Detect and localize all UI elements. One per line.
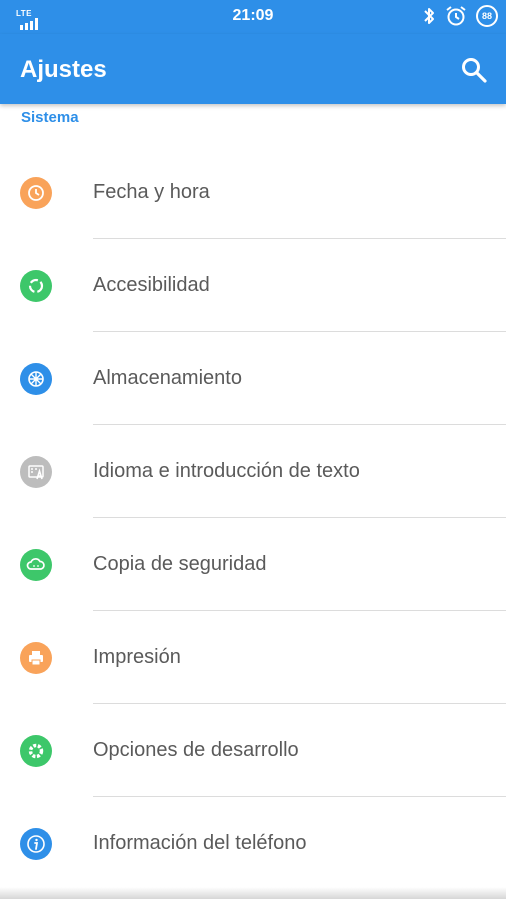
settings-item-label: Opciones de desarrollo	[93, 739, 299, 761]
bottom-shadow	[0, 887, 506, 899]
battery-icon: 88	[476, 5, 498, 27]
settings-item-label: Copia de seguridad	[93, 553, 267, 575]
developer-gear-icon	[20, 735, 52, 767]
app-bar: Ajustes	[0, 34, 506, 104]
status-bar: LTE 21:09 88	[0, 0, 506, 34]
settings-item-label: Idioma e introducción de texto	[93, 460, 360, 482]
settings-item-date-time[interactable]: Fecha y hora	[0, 146, 506, 239]
section-header-sistema: Sistema	[21, 109, 79, 126]
battery-level: 88	[481, 11, 492, 21]
settings-item-accessibility[interactable]: Accesibilidad	[0, 239, 506, 332]
info-icon	[20, 828, 52, 860]
language-icon	[20, 456, 52, 488]
settings-item-label: Accesibilidad	[93, 274, 210, 296]
clock-icon	[20, 177, 52, 209]
settings-item-label: Fecha y hora	[93, 181, 210, 203]
bluetooth-icon	[424, 8, 434, 24]
settings-item-storage[interactable]: Almacenamiento	[0, 332, 506, 425]
storage-icon	[20, 363, 52, 395]
alarm-icon	[446, 6, 466, 26]
settings-item-backup[interactable]: Copia de seguridad	[0, 518, 506, 611]
search-icon[interactable]	[460, 56, 488, 84]
printer-icon	[20, 642, 52, 674]
settings-item-label: Impresión	[93, 646, 181, 668]
settings-item-printing[interactable]: Impresión	[0, 611, 506, 704]
page-title: Ajustes	[20, 56, 107, 83]
backup-cloud-icon	[20, 549, 52, 581]
settings-item-language[interactable]: Idioma e introducción de texto	[0, 425, 506, 518]
settings-list: Fecha y hora Accesibilidad Almacenamient…	[0, 146, 506, 890]
settings-item-about-phone[interactable]: Información del teléfono	[0, 797, 506, 890]
settings-item-developer-options[interactable]: Opciones de desarrollo	[0, 704, 506, 797]
settings-item-label: Información del teléfono	[93, 832, 307, 854]
accessibility-icon	[20, 270, 52, 302]
settings-item-label: Almacenamiento	[93, 367, 242, 389]
